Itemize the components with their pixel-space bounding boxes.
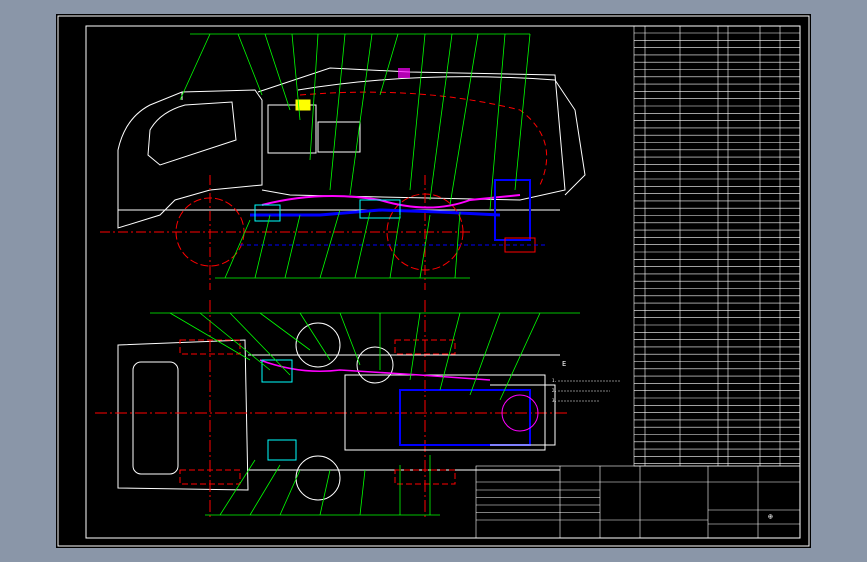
note-marker: E [562, 360, 566, 368]
note-line-1: 1. [552, 378, 557, 383]
note-line-2: 2. [552, 388, 557, 393]
roof-beacon [398, 68, 410, 78]
note-line-3: 3. [552, 398, 557, 403]
title-block-grid-symbol: ⊕ [768, 512, 773, 521]
cad-drawing-canvas: E 1. 2. 3. ⊕ [56, 14, 811, 548]
